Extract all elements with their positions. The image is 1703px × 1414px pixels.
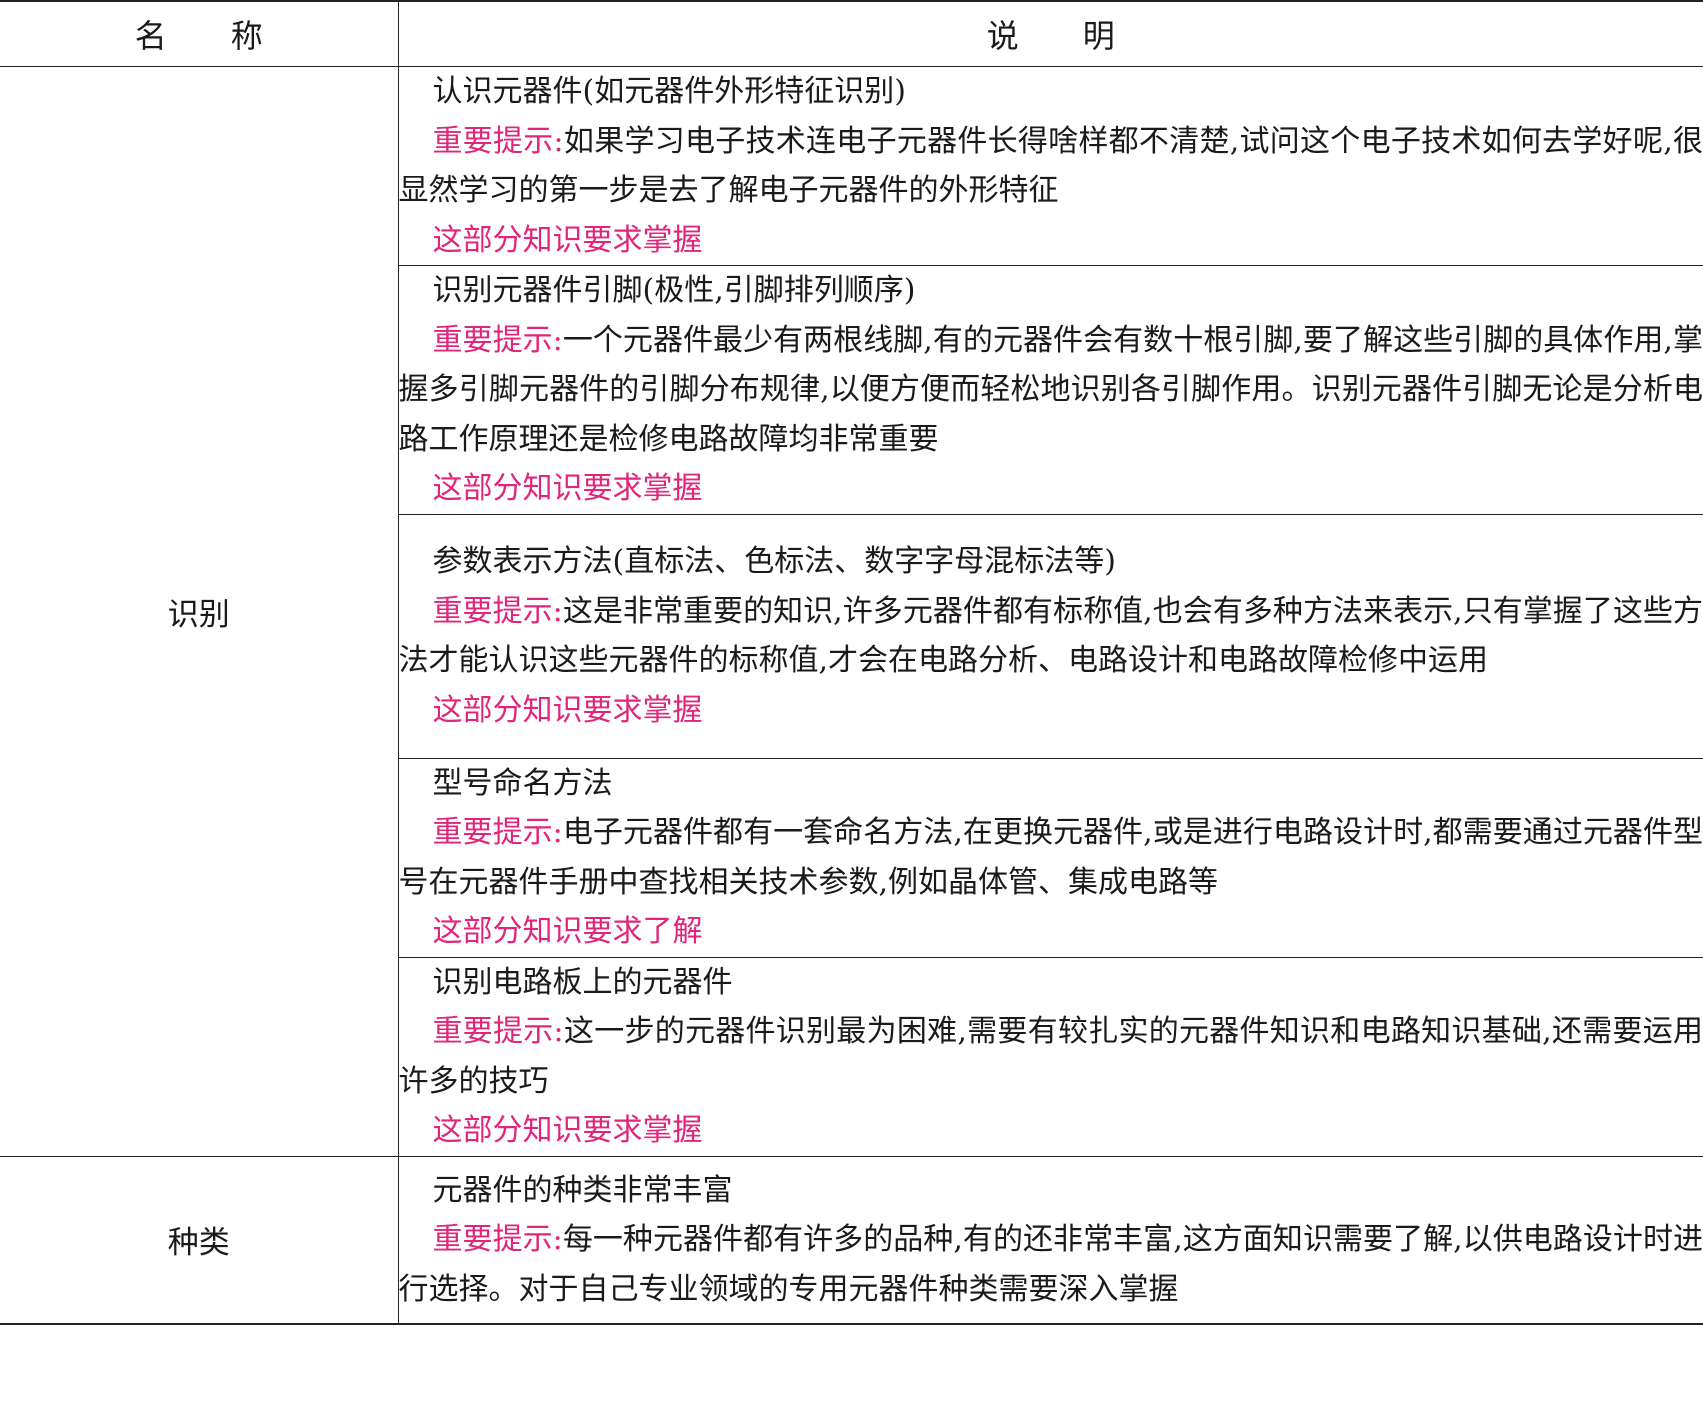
item-tip: 重要提示:如果学习电子技术连电子元器件长得啥样都不清楚,试问这个电子技术如何去学… <box>399 117 1703 216</box>
description-cell: 参数表示方法(直标法、色标法、数字字母混标法等) 重要提示:这是非常重要的知识,… <box>397 513 1703 759</box>
description-cell: 识别电路板上的元器件 重要提示:这一步的元器件识别最为困难,需要有较扎实的元器件… <box>397 956 1703 1157</box>
item-tip: 重要提示:每一种元器件都有许多的品种,有的还非常丰富,这方面知识需要了解,以供电… <box>399 1215 1703 1314</box>
knowledge-table: 名 称 说 明 识别 认识元器件(如元器件外形特征识别) 重要提示:如果学习电子… <box>0 0 1703 1325</box>
tip-label: 重要提示: <box>432 1014 564 1049</box>
item-title: 型号命名方法 <box>432 765 613 801</box>
table-row: 识别 认识元器件(如元器件外形特征识别) 重要提示:如果学习电子技术连电子元器件… <box>0 66 1703 1157</box>
header-name-column: 名 称 <box>0 0 399 67</box>
item-title: 参数表示方法(直标法、色标法、数字字母混标法等) <box>432 544 1116 579</box>
tip-text: 每一种元器件都有许多的品种,有的还非常丰富,这方面知识需要了解,以供电路设计时进… <box>398 1222 1703 1307</box>
tip-text: 一个元器件最少有两根线脚,有的元器件会有数十根引脚,要了解这些引脚的具体作用,掌… <box>398 322 1703 457</box>
item-tip: 重要提示:这是非常重要的知识,许多元器件都有标称值,也会有多种方法来表示,只有掌… <box>399 587 1703 686</box>
item-requirement: 这部分知识要求掌握 <box>432 222 703 258</box>
tip-text: 电子元器件都有一套命名方法,在更换元器件,或是进行电路设计时,都需要通过元器件型… <box>398 815 1703 900</box>
group-name-cell: 识别 <box>0 66 399 1157</box>
header-description-column: 说 明 <box>397 0 1703 67</box>
item-title: 识别电路板上的元器件 <box>432 964 733 1000</box>
item-title: 元器件的种类非常丰富 <box>432 1172 733 1208</box>
description-cell: 认识元器件(如元器件外形特征识别) 重要提示:如果学习电子技术连电子元器件长得啥… <box>397 66 1703 266</box>
tip-label: 重要提示: <box>432 123 564 159</box>
item-tip: 重要提示:电子元器件都有一套命名方法,在更换元器件,或是进行电路设计时,都需要通… <box>399 808 1703 907</box>
description-cell: 型号命名方法 重要提示:电子元器件都有一套命名方法,在更换元器件,或是进行电路设… <box>397 757 1703 958</box>
tip-text: 这是非常重要的知识,许多元器件都有标称值,也会有多种方法来表示,只有掌握了这些方… <box>398 593 1703 679</box>
tip-text: 这一步的元器件识别最为困难,需要有较扎实的元器件知识和电路知识基础,还需要运用许… <box>398 1014 1703 1099</box>
item-title: 认识元器件(如元器件外形特征识别) <box>432 74 906 109</box>
tip-label: 重要提示: <box>432 1222 563 1257</box>
tip-label: 重要提示: <box>432 593 563 629</box>
group-name-cell: 种类 <box>0 1155 399 1325</box>
tip-text: 如果学习电子技术连电子元器件长得啥样都不清楚,试问这个电子技术如何去学好呢,很显… <box>398 123 1703 209</box>
item-tip: 重要提示:这一步的元器件识别最为困难,需要有较扎实的元器件知识和电路知识基础,还… <box>399 1007 1703 1106</box>
item-requirement: 这部分知识要求了解 <box>432 914 703 949</box>
item-tip: 重要提示:一个元器件最少有两根线脚,有的元器件会有数十根引脚,要了解这些引脚的具… <box>399 316 1703 465</box>
item-requirement: 这部分知识要求掌握 <box>432 471 703 506</box>
tip-label: 重要提示: <box>432 322 563 358</box>
item-title: 识别元器件引脚(极性,引脚排列顺序) <box>432 273 916 308</box>
item-requirement: 这部分知识要求掌握 <box>432 1113 703 1148</box>
description-cell: 识别元器件引脚(极性,引脚排列顺序) 重要提示:一个元器件最少有两根线脚,有的元… <box>397 265 1703 515</box>
item-requirement: 这部分知识要求掌握 <box>432 692 703 728</box>
description-cell: 元器件的种类非常丰富 重要提示:每一种元器件都有许多的品种,有的还非常丰富,这方… <box>397 1155 1703 1325</box>
table-row: 种类 元器件的种类非常丰富 重要提示:每一种元器件都有许多的品种,有的还非常丰富… <box>0 1155 1703 1325</box>
table-header-row: 名 称 说 明 <box>0 0 1703 67</box>
tip-label: 重要提示: <box>432 815 563 850</box>
